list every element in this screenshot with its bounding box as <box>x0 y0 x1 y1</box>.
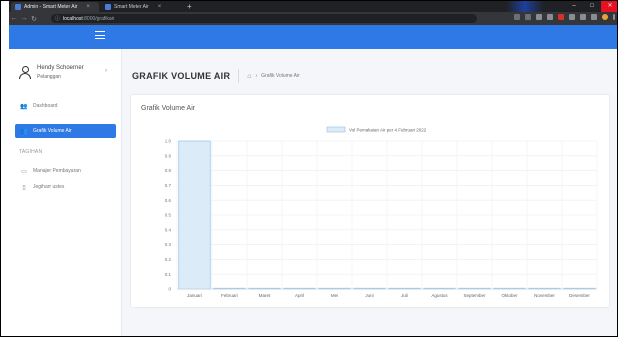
browser-tab-active[interactable]: Admin - Smart Meter Air × <box>11 2 99 12</box>
info-icon[interactable]: ⓘ <box>55 15 60 22</box>
url-host: localhost <box>63 15 83 22</box>
sidebar-item-label: Jegiharr ustes <box>33 184 65 190</box>
legend-label: Vol Pemakaian Air per 4 Februari 2022 <box>349 128 427 133</box>
x-tick-label: Mei <box>331 293 338 298</box>
maximize-icon[interactable]: □ <box>583 1 601 12</box>
extension-icon[interactable] <box>591 14 597 20</box>
favicon-icon <box>105 4 111 10</box>
star-icon[interactable] <box>525 14 531 20</box>
forward-icon[interactable]: → <box>19 15 29 22</box>
browser-toolbar: ← → ↻ ⓘ localhost:8000/grafikair <box>9 12 617 25</box>
page-header: GRAFIK VOLUME AIR ⌂ › Grafik Volume Air <box>132 69 300 83</box>
sidebar-item-dashboard[interactable]: 👥 Dashboard <box>15 99 116 113</box>
hamburger-menu-icon[interactable] <box>95 31 105 39</box>
sidebar: Hendy Schoerner Pelanggan › 👥 Dashboard … <box>9 49 122 336</box>
sidebar-item-manajer-pembayaran[interactable]: ▭ Manajer Pembayaran <box>15 164 116 178</box>
x-tick-label: Maret <box>259 293 271 298</box>
y-tick-label: 0.3 <box>165 242 172 247</box>
extension-icons <box>514 14 615 20</box>
sidebar-item-label: Grafik Volume Air <box>33 128 72 134</box>
y-tick-label: 0.1 <box>165 272 172 277</box>
card-icon: ▭ <box>21 168 27 175</box>
close-tab-icon[interactable]: × <box>86 4 90 10</box>
y-tick-label: 0 <box>168 287 171 292</box>
y-tick-label: 0.9 <box>165 153 172 158</box>
window-controls: – □ ✕ <box>565 1 617 12</box>
puzzle-icon[interactable] <box>580 14 586 20</box>
x-tick-label: Agustus <box>431 293 448 298</box>
x-tick-label: April <box>295 293 304 298</box>
y-tick-label: 0.6 <box>165 198 172 203</box>
y-tick-label: 0.4 <box>165 227 172 232</box>
chevron-down-icon[interactable]: › <box>105 68 107 74</box>
favicon-icon <box>15 4 21 10</box>
extension-icon[interactable] <box>547 14 553 20</box>
address-bar[interactable]: ⓘ localhost:8000/grafikair <box>51 14 477 23</box>
bar <box>178 140 211 290</box>
header-divider <box>238 69 240 83</box>
y-tick-label: 1.0 <box>165 139 172 144</box>
tab-title: Admin - Smart Meter Air <box>24 4 78 10</box>
chart-card: Grafik Volume Air Vol Pemakaian Air per … <box>131 95 609 307</box>
user-panel[interactable]: Hendy Schoerner Pelanggan › <box>19 63 119 93</box>
volume-chart: Vol Pemakaian Air per 4 Februari 2022 1.0… <box>165 126 598 298</box>
breadcrumb-current: Grafik Volume Air <box>261 73 300 79</box>
extension-icon[interactable] <box>569 14 575 20</box>
menu-dots-icon[interactable] <box>613 14 615 20</box>
sidebar-item-label: Dashboard <box>33 103 58 109</box>
y-tick-label: 0.8 <box>165 168 172 173</box>
users-icon: 👥 <box>20 128 28 135</box>
users-icon: 👥 <box>20 103 28 110</box>
x-tick-label: Juni <box>365 293 373 298</box>
sidebar-item-label: Manajer Pembayaran <box>33 168 81 174</box>
url-path: :8000/grafikair <box>82 15 115 22</box>
breadcrumb: ⌂ › Grafik Volume Air <box>247 73 300 80</box>
close-window-icon[interactable]: ✕ <box>601 1 617 12</box>
sidebar-item-tagihan[interactable]: ▯ Jegiharr ustes <box>15 180 116 194</box>
browser-tab-bar: Admin - Smart Meter Air × Smart Meter Ai… <box>9 1 617 12</box>
x-tick-label: Februari <box>221 293 238 298</box>
screenshot-frame: Admin - Smart Meter Air × Smart Meter Ai… <box>0 0 618 337</box>
tab-title: Smart Meter Air <box>114 4 149 10</box>
extension-icon[interactable] <box>536 14 542 20</box>
x-tick-label: September <box>463 293 486 298</box>
minimize-icon[interactable]: – <box>565 1 583 12</box>
browser-tab[interactable]: Smart Meter Air × <box>101 2 185 12</box>
y-tick-label: 0.2 <box>165 257 172 262</box>
extension-icon[interactable] <box>514 14 520 20</box>
x-tick-label: Desember <box>569 293 590 298</box>
home-icon[interactable]: ⌂ <box>247 73 251 80</box>
user-avatar-icon <box>19 66 31 80</box>
y-tick-label: 0.5 <box>165 213 172 218</box>
close-tab-icon[interactable]: × <box>158 4 162 10</box>
top-navbar <box>9 25 617 49</box>
x-tick-label: Januari <box>187 293 202 298</box>
sidebar-item-grafik-volume-air[interactable]: 👥 Grafik Volume Air <box>15 124 116 138</box>
doc-icon: ▯ <box>22 184 26 191</box>
y-tick-label: 0.7 <box>165 183 172 188</box>
x-tick-label: November <box>534 293 555 298</box>
reload-icon[interactable]: ↻ <box>29 15 39 23</box>
page-title: GRAFIK VOLUME AIR <box>132 71 231 81</box>
legend-swatch <box>326 126 346 133</box>
browser-window: Admin - Smart Meter Air × Smart Meter Ai… <box>9 1 617 336</box>
x-tick-label: Oktober <box>501 293 518 298</box>
back-icon[interactable]: ← <box>9 15 19 22</box>
user-role: Pelanggan <box>37 74 61 80</box>
new-tab-icon[interactable]: + <box>187 2 192 11</box>
decorative-glow <box>506 1 544 12</box>
user-name: Hendy Schoerner <box>37 65 84 71</box>
sidebar-section-label: TAGIHAN <box>19 149 43 155</box>
breadcrumb-separator-icon: › <box>255 73 258 79</box>
extension-icon[interactable] <box>558 14 564 20</box>
x-tick-label: Juli <box>401 293 408 298</box>
profile-avatar[interactable] <box>602 14 608 20</box>
